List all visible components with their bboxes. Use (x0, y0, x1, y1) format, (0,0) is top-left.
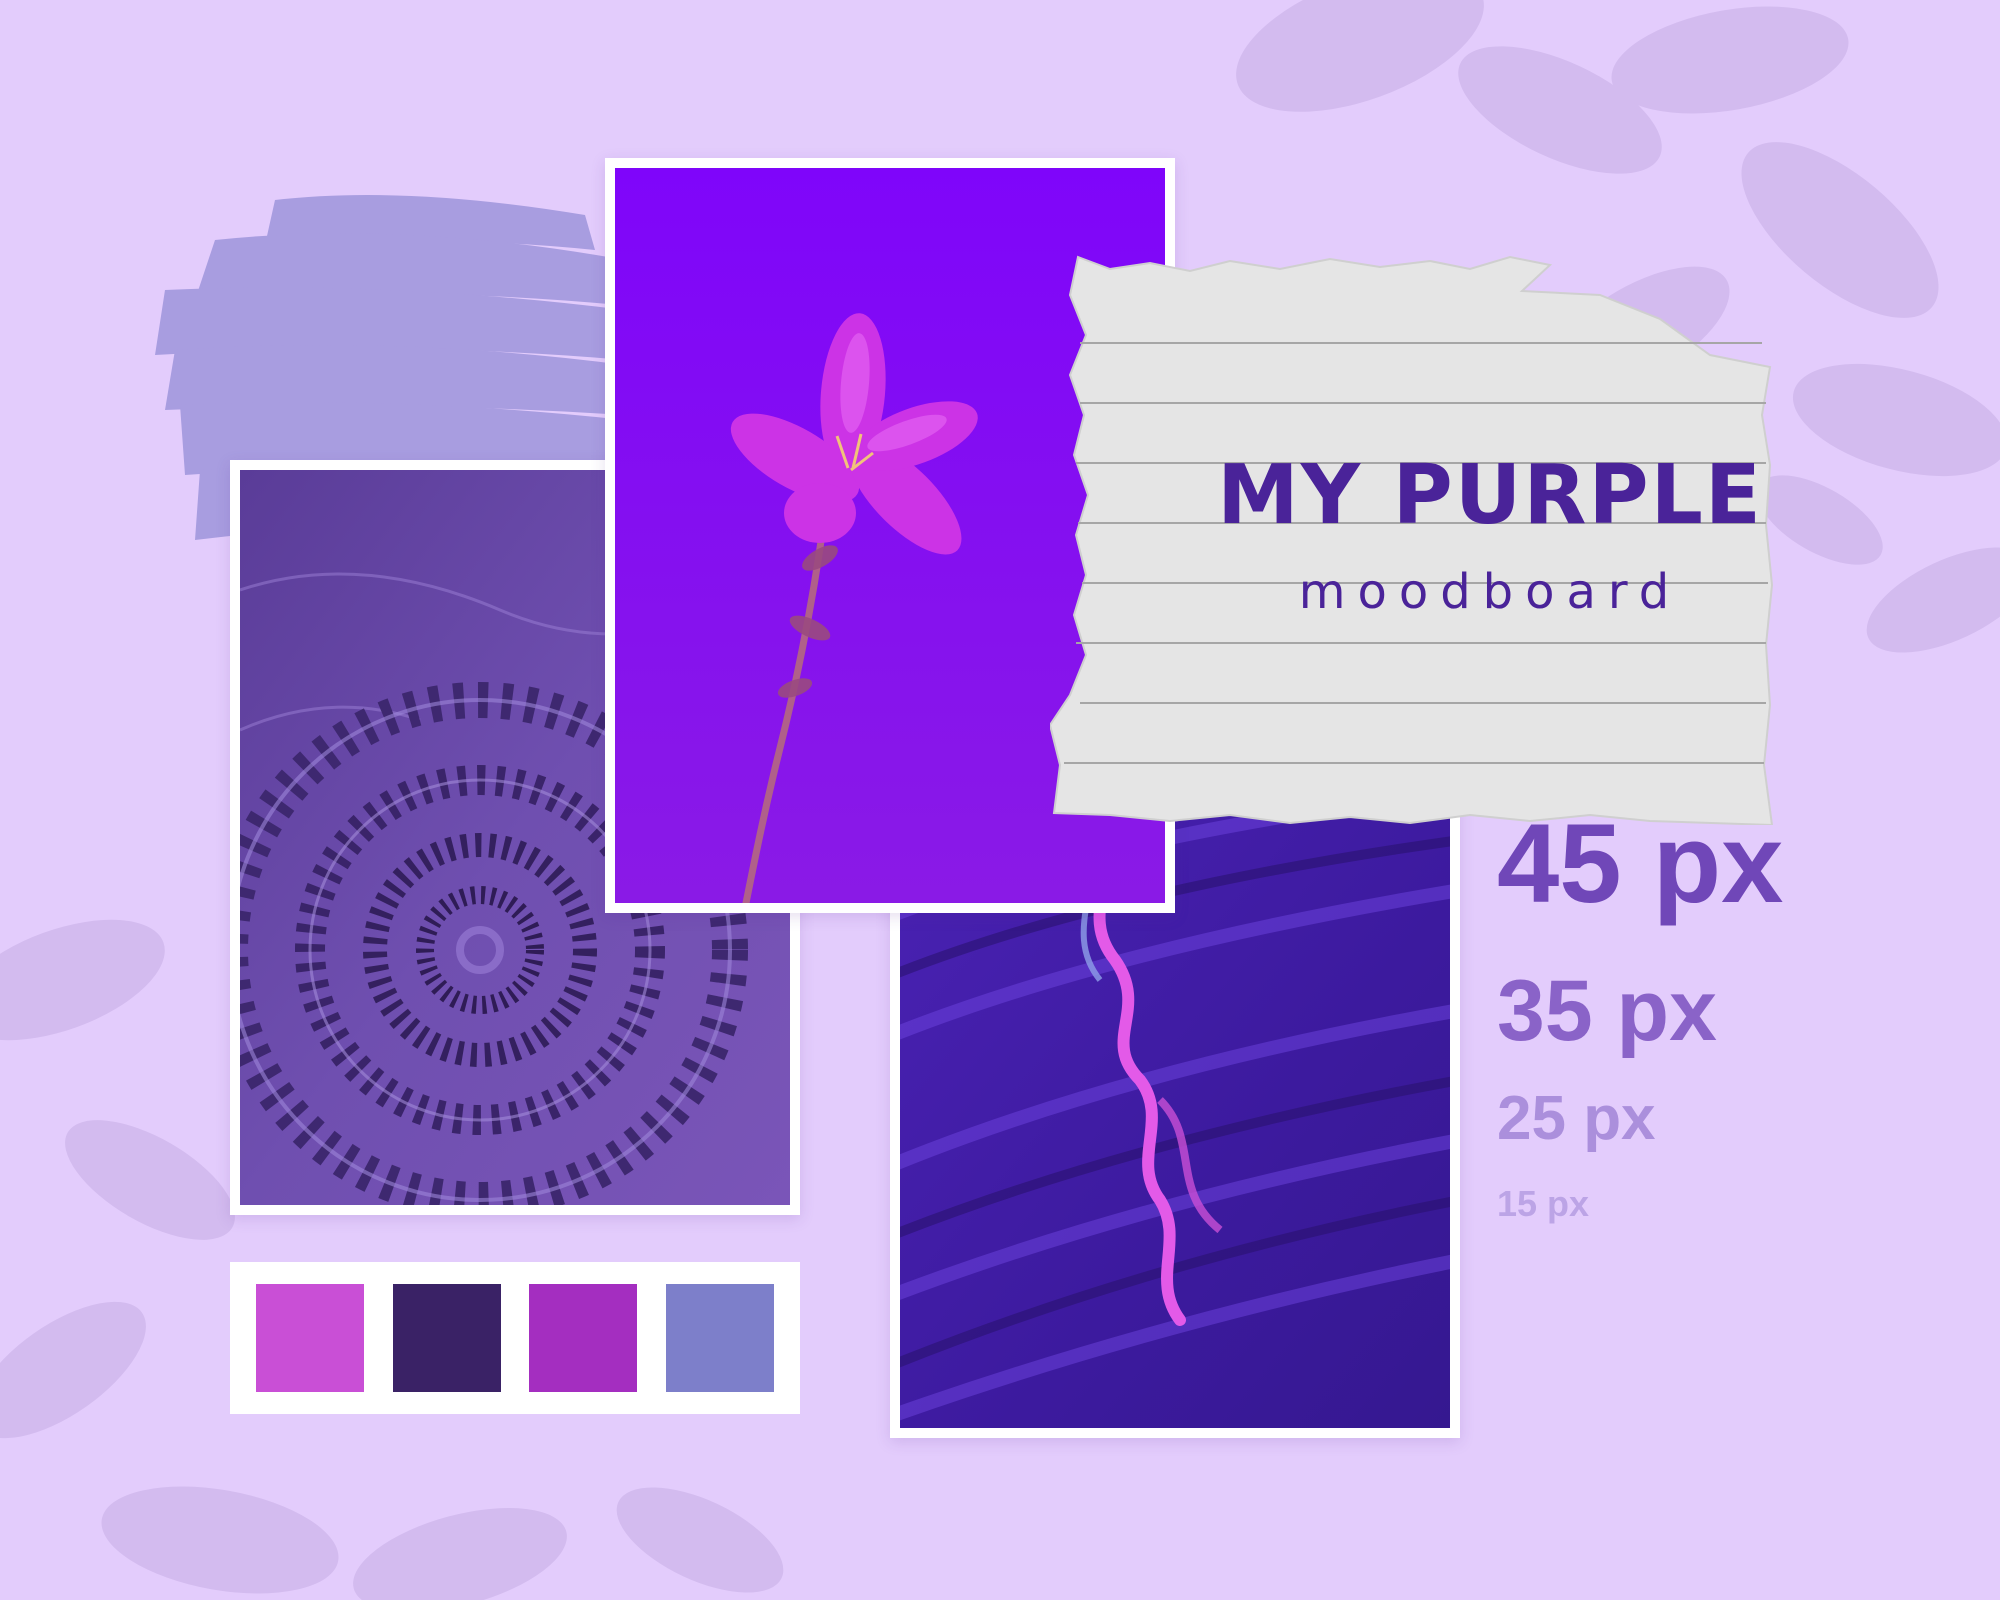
moodboard-title: MY PURPLE (1217, 448, 1763, 543)
palette-swatch-dark-indigo (392, 1284, 501, 1392)
type-size-25: 25 px (1497, 1084, 1656, 1153)
type-size-15: 15 px (1497, 1183, 1590, 1224)
palette-swatch-periwinkle (665, 1284, 774, 1392)
torn-paper-note: MY PURPLE moodboard (1050, 255, 1820, 825)
moodboard-subtitle: moodboard (1298, 564, 1682, 620)
type-scale: 45 px 35 px 25 px 15 px (1497, 808, 1783, 1222)
palette-swatch-magenta (256, 1284, 364, 1392)
type-size-45: 45 px (1497, 801, 1784, 926)
type-size-35: 35 px (1497, 963, 1717, 1059)
palette-swatch-purple (529, 1284, 638, 1392)
color-palette (230, 1262, 800, 1414)
